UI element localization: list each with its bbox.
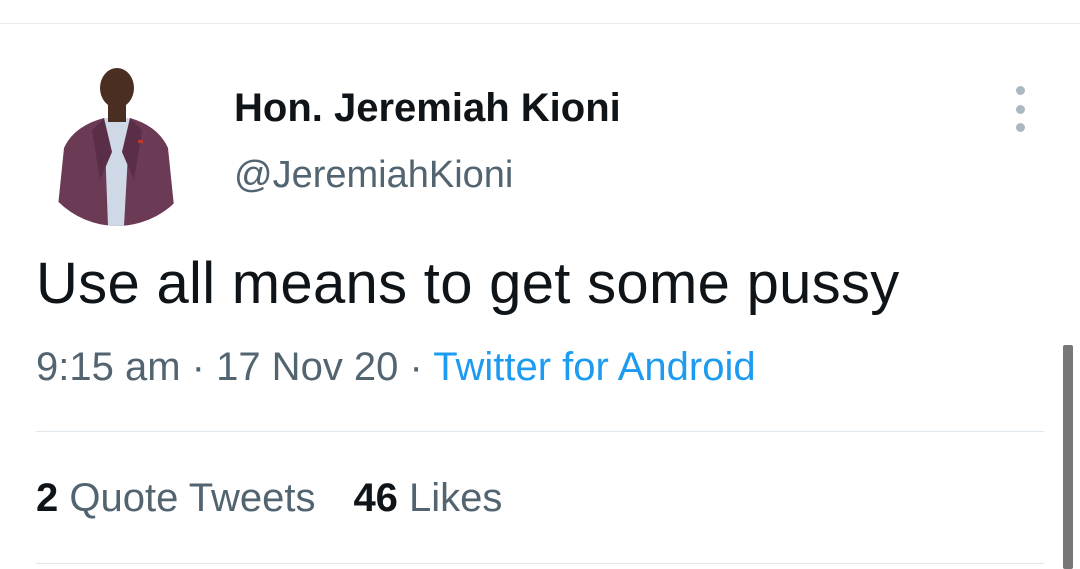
- tweet-date[interactable]: 17 Nov 20: [216, 345, 398, 389]
- more-vertical-icon: [1015, 86, 1025, 95]
- meta-separator: ·: [398, 345, 434, 389]
- quote-tweets-count: 2: [36, 476, 59, 520]
- more-vertical-icon: [1015, 104, 1025, 114]
- likes-stat[interactable]: 46 Likes: [353, 476, 502, 520]
- author-handle[interactable]: @JeremiahKioni: [234, 154, 513, 197]
- quote-tweets-stat[interactable]: 2 Quote Tweets: [36, 476, 315, 520]
- stats-divider-top: [36, 431, 1044, 432]
- scrollbar-thumb[interactable]: [1063, 345, 1073, 569]
- tweet-text: Use all means to get some pussy: [36, 251, 900, 316]
- author-name[interactable]: Hon. Jeremiah Kioni: [234, 86, 621, 131]
- tweet-meta: 9:15 am · 17 Nov 20 · Twitter for Androi…: [36, 345, 756, 390]
- tweet-time[interactable]: 9:15 am: [36, 345, 181, 389]
- meta-separator: ·: [180, 345, 217, 389]
- tweet-detail-view: Hon. Jeremiah Kioni @JeremiahKioni Use a…: [0, 0, 1080, 569]
- avatar-photo: [34, 60, 200, 226]
- tweet-stats: 2 Quote Tweets 46 Likes: [36, 476, 502, 521]
- more-options-button[interactable]: [1002, 86, 1038, 132]
- likes-count: 46: [353, 476, 398, 520]
- more-vertical-icon: [1015, 123, 1025, 132]
- top-divider: [0, 23, 1080, 24]
- author-avatar[interactable]: [34, 60, 200, 226]
- tweet-source-link[interactable]: Twitter for Android: [433, 345, 755, 389]
- quote-tweets-label: Quote Tweets: [58, 476, 316, 520]
- likes-label: Likes: [397, 476, 503, 520]
- stats-divider-bottom: [36, 563, 1044, 564]
